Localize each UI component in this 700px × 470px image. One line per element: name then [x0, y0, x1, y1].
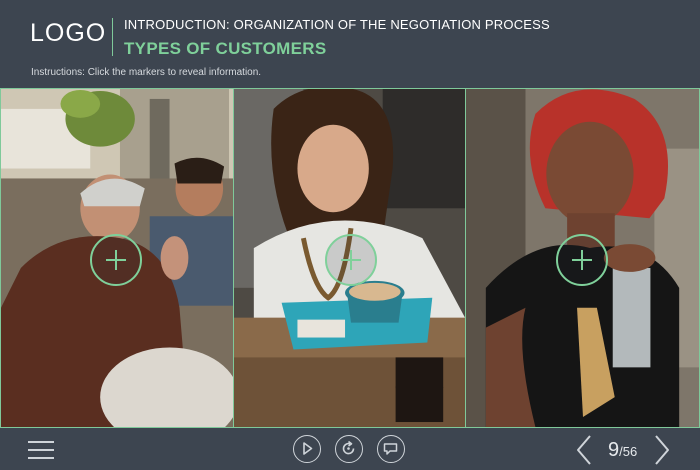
comment-button[interactable]	[377, 435, 405, 463]
slide-title: TYPES OF CUSTOMERS	[124, 39, 327, 58]
comment-icon	[383, 443, 398, 455]
image-panels	[0, 88, 700, 430]
next-page-arrow-icon[interactable]	[652, 434, 672, 466]
play-icon	[303, 442, 313, 455]
page-current: 9	[608, 439, 620, 461]
reveal-marker-2[interactable]	[325, 234, 377, 286]
replay-icon	[342, 440, 355, 455]
previous-page-arrow-icon[interactable]	[574, 434, 594, 466]
page-counter: 9/56	[608, 439, 637, 462]
photo-panel-older-man	[0, 88, 234, 428]
page-total: /56	[619, 444, 638, 459]
replay-button[interactable]	[335, 435, 363, 463]
reveal-marker-3[interactable]	[556, 234, 608, 286]
reveal-marker-1[interactable]	[90, 234, 142, 286]
photo-panel-smiling-woman	[233, 88, 466, 428]
play-button[interactable]	[293, 435, 321, 463]
player-controls: 9/56	[0, 430, 700, 470]
header-divider	[112, 18, 113, 56]
logo: LOGO	[30, 19, 107, 47]
module-title: INTRODUCTION: ORGANIZATION OF THE NEGOTI…	[124, 17, 550, 32]
instructions-text: Instructions: Click the markers to revea…	[31, 67, 262, 78]
header: LOGO INTRODUCTION: ORGANIZATION OF THE N…	[0, 0, 700, 88]
photo-panel-red-haired-woman	[465, 88, 700, 428]
hamburger-menu-icon[interactable]	[28, 440, 54, 460]
